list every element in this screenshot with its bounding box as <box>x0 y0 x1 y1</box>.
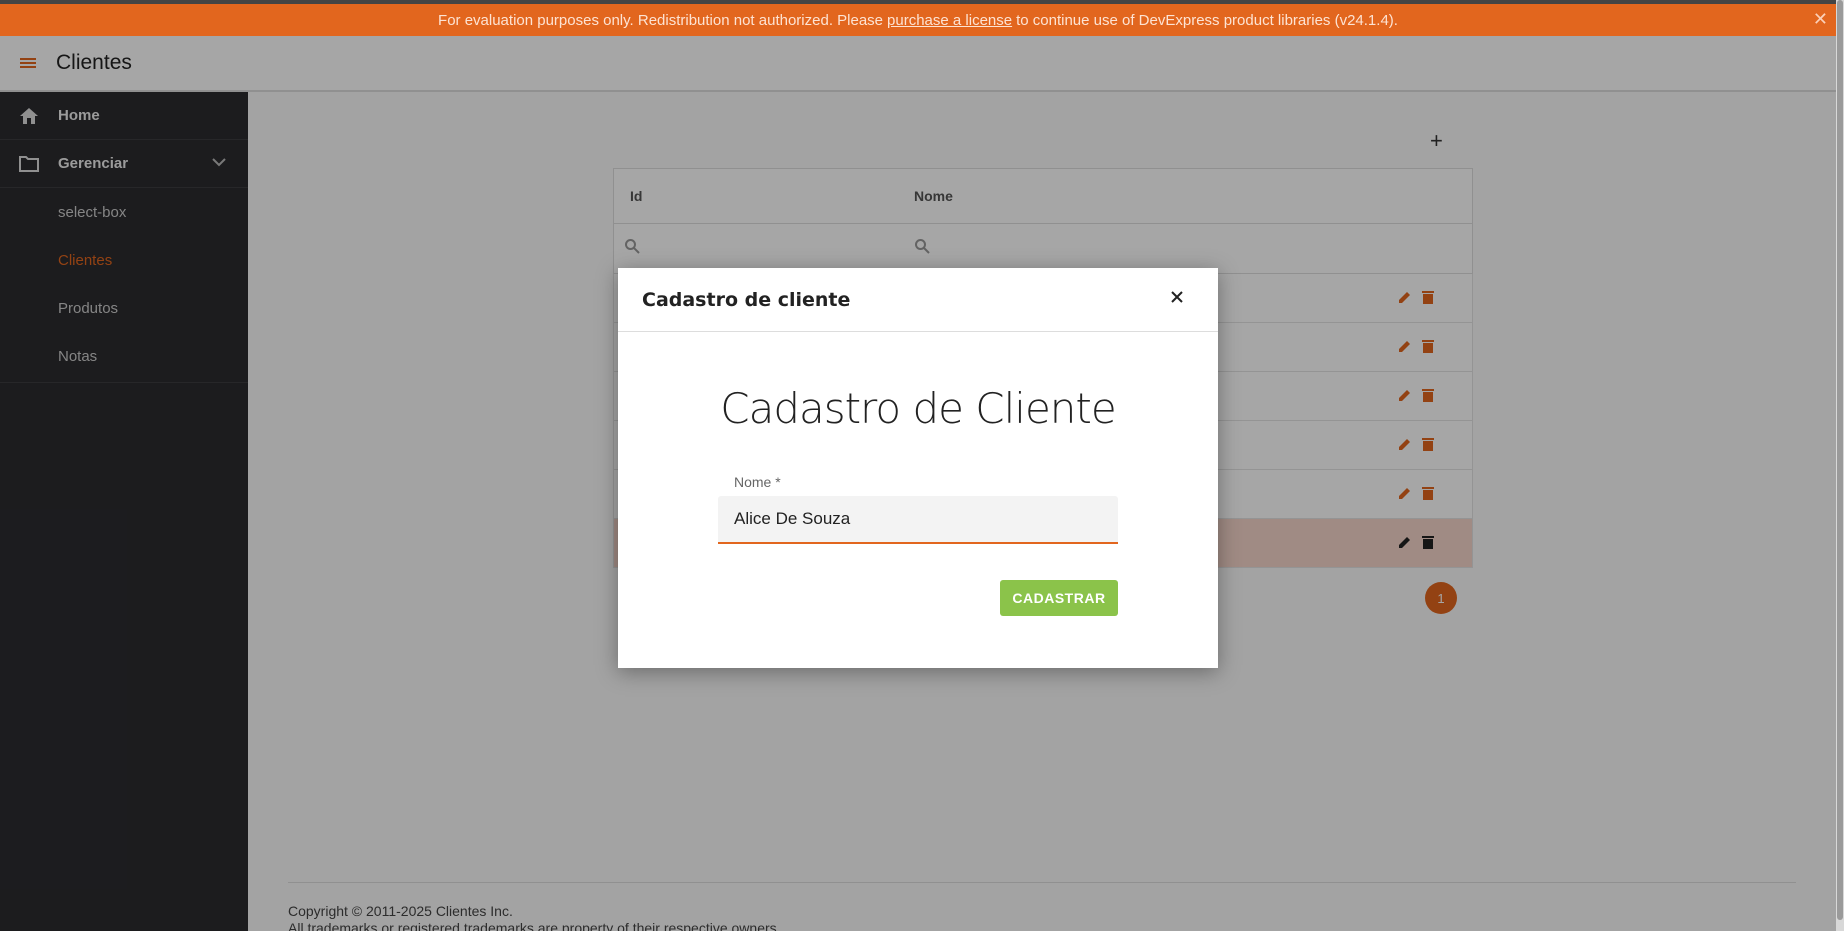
name-input[interactable]: Alice De Souza <box>718 496 1118 544</box>
page-scrollbar[interactable] <box>1836 0 1844 931</box>
banner-close-icon[interactable]: ✕ <box>1813 9 1828 30</box>
dialog-title: Cadastro de cliente <box>642 288 851 311</box>
register-client-dialog: Cadastro de cliente Cadastro de Cliente … <box>618 268 1218 668</box>
banner-text-before: For evaluation purposes only. Redistribu… <box>438 11 884 29</box>
name-field-label: Nome * <box>734 474 781 490</box>
scrollbar-thumb[interactable] <box>1837 0 1843 920</box>
close-icon[interactable] <box>1170 290 1184 309</box>
register-button[interactable]: CADASTRAR <box>1000 580 1118 616</box>
banner-text-after: to continue use of DevExpress product li… <box>1016 11 1398 29</box>
dialog-header: Cadastro de cliente <box>618 268 1218 332</box>
form-heading: Cadastro de Cliente <box>720 384 1116 433</box>
evaluation-banner: For evaluation purposes only. Redistribu… <box>0 4 1836 36</box>
purchase-license-link[interactable]: purchase a license <box>887 12 1012 29</box>
dialog-body: Cadastro de Cliente Nome * Alice De Souz… <box>618 332 1218 668</box>
